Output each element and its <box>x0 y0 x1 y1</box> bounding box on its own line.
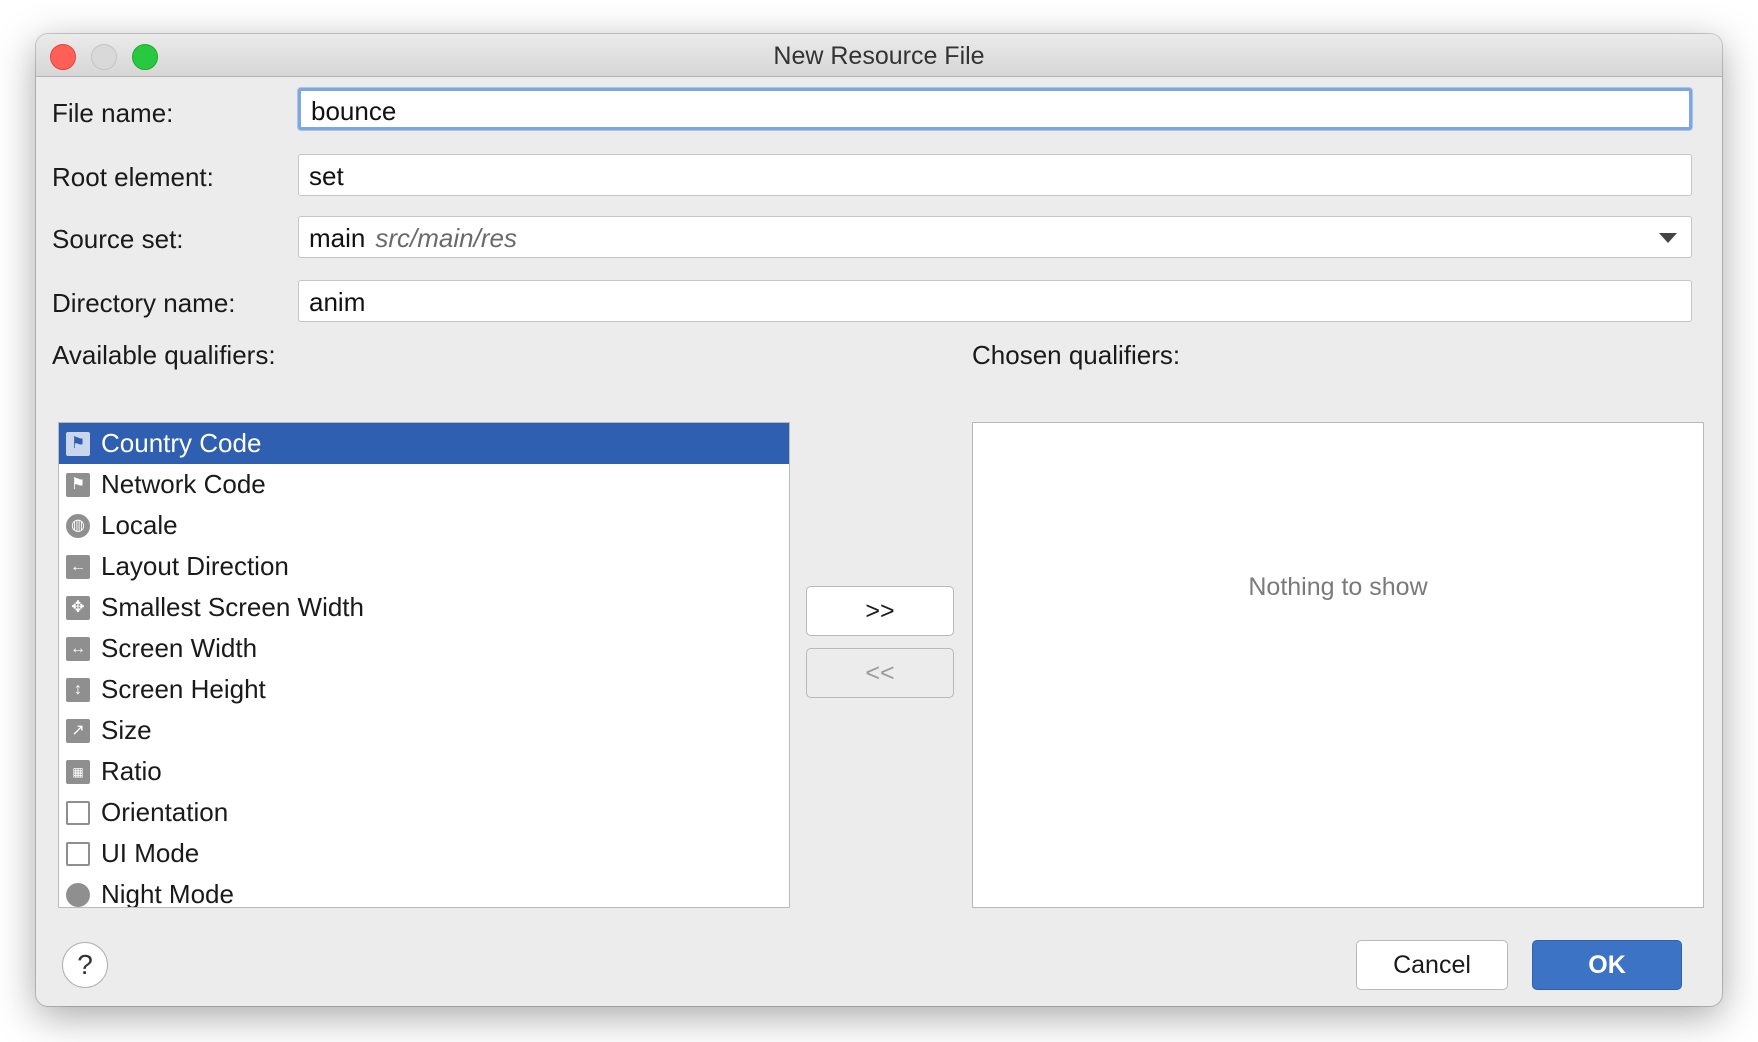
list-item-screen-width[interactable]: ↔ Screen Width <box>59 628 789 669</box>
list-item-locale[interactable]: ◍ Locale <box>59 505 789 546</box>
vertical-arrows-icon: ↕ <box>66 678 90 702</box>
list-item-screen-height[interactable]: ↕ Screen Height <box>59 669 789 710</box>
network-code-icon: ⚑ <box>66 473 90 497</box>
new-resource-file-dialog: New Resource File File name: bounce Root… <box>36 34 1722 1006</box>
list-item-label: Size <box>101 715 152 745</box>
list-item-label: Orientation <box>101 797 229 827</box>
list-item-size[interactable]: ↗ Size <box>59 710 789 751</box>
list-item-orientation[interactable]: Orientation <box>59 792 789 833</box>
ratio-icon: ▦ <box>66 760 90 784</box>
list-item-smallest-screen-width[interactable]: ✥ Smallest Screen Width <box>59 587 789 628</box>
list-item-label: Layout Direction <box>101 551 289 581</box>
list-item-label: Country Code <box>101 428 262 458</box>
list-item-night-mode[interactable]: Night Mode <box>59 874 789 908</box>
globe-icon: ◍ <box>66 514 90 538</box>
directory-name-value: anim <box>309 287 366 317</box>
available-qualifiers-list[interactable]: ⚑ Country Code ⚑ Network Code ◍ Locale ←… <box>58 422 790 908</box>
source-set-value: main <box>309 223 366 253</box>
file-name-input[interactable]: bounce <box>298 88 1692 130</box>
diagonal-arrow-icon: ↗ <box>66 719 90 743</box>
orientation-icon <box>66 801 90 825</box>
chevron-down-icon[interactable] <box>1659 233 1677 243</box>
expand-arrows-icon: ✥ <box>66 596 90 620</box>
help-button[interactable]: ? <box>62 942 108 988</box>
list-item-layout-direction[interactable]: ← Layout Direction <box>59 546 789 587</box>
root-element-value: set <box>309 161 344 191</box>
list-item-label: Night Mode <box>101 879 234 908</box>
source-set-path: src/main/res <box>375 223 517 253</box>
empty-state-text: Nothing to show <box>1248 573 1428 601</box>
file-name-label: File name: <box>52 98 174 128</box>
list-item-label: Screen Width <box>101 633 258 663</box>
chosen-qualifiers-list[interactable]: Nothing to show <box>972 422 1704 908</box>
list-item-label: Screen Height <box>101 674 266 704</box>
list-item-country-code[interactable]: ⚑ Country Code <box>59 423 789 464</box>
list-item-label: Locale <box>101 510 178 540</box>
list-item-label: Network Code <box>101 469 266 499</box>
source-set-label: Source set: <box>52 224 184 254</box>
add-qualifier-button[interactable]: >> <box>806 586 954 636</box>
night-mode-icon <box>66 883 90 907</box>
remove-qualifier-button[interactable]: << <box>806 648 954 698</box>
title-bar: New Resource File <box>36 34 1722 77</box>
source-set-dropdown[interactable]: main src/main/res <box>298 216 1692 258</box>
horizontal-arrows-icon: ↔ <box>66 637 90 661</box>
window-title: New Resource File <box>773 42 985 70</box>
chosen-qualifiers-label: Chosen qualifiers: <box>972 340 1181 370</box>
ui-mode-icon <box>66 842 90 866</box>
arrow-left-icon: ← <box>66 555 90 579</box>
list-item-label: UI Mode <box>101 838 200 868</box>
list-item-label: Smallest Screen Width <box>101 592 364 622</box>
list-item-ratio[interactable]: ▦ Ratio <box>59 751 789 792</box>
directory-name-input[interactable]: anim <box>298 280 1692 322</box>
country-code-icon: ⚑ <box>66 432 90 456</box>
ok-button[interactable]: OK <box>1532 940 1682 990</box>
root-element-label: Root element: <box>52 162 214 192</box>
available-qualifiers-label: Available qualifiers: <box>52 340 276 370</box>
root-element-input[interactable]: set <box>298 154 1692 196</box>
list-item-label: Ratio <box>101 756 162 786</box>
list-item-ui-mode[interactable]: UI Mode <box>59 833 789 874</box>
file-name-value: bounce <box>311 96 397 126</box>
cancel-button[interactable]: Cancel <box>1356 940 1508 990</box>
directory-name-label: Directory name: <box>52 288 236 318</box>
list-item-network-code[interactable]: ⚑ Network Code <box>59 464 789 505</box>
